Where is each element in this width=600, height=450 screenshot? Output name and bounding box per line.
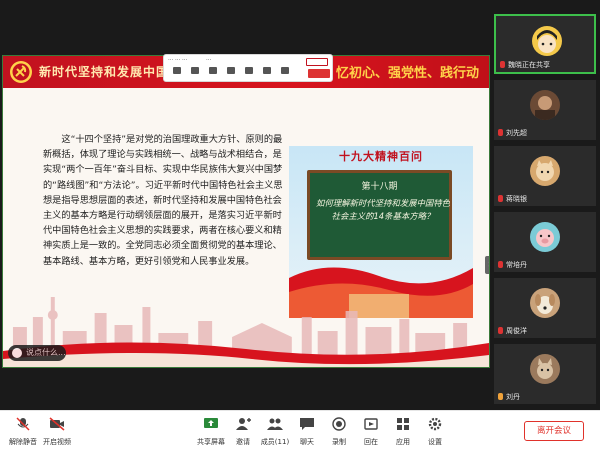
slide-title-left: 新时代坚持和发展中国 xyxy=(39,65,170,79)
apps-button[interactable]: 应用 xyxy=(386,415,420,449)
record-icon xyxy=(332,417,346,431)
cartoon-cat-icon xyxy=(536,160,554,181)
poster-title: 十九大精神百问 xyxy=(339,150,423,163)
participant-name: 蒋晓银 xyxy=(498,194,527,204)
settings-button[interactable]: 设置 xyxy=(418,415,452,449)
party-emblem-icon xyxy=(10,61,32,83)
invite-button[interactable]: 邀请 xyxy=(226,415,260,449)
avatar xyxy=(530,222,560,252)
chat-input-pill[interactable]: 说点什么... xyxy=(8,345,66,361)
participant-tile[interactable]: 刘丹 xyxy=(494,344,596,404)
avatar xyxy=(530,90,560,120)
chat-icon xyxy=(300,418,314,430)
mini-video-button[interactable] xyxy=(188,67,202,79)
participant-tile[interactable]: 常培丹 xyxy=(494,212,596,272)
bottom-toolbar: 解除静音 开启视频 共享屏幕 邀请 成员(11) 聊天 录制 回在 应用 设置 … xyxy=(0,410,600,450)
cartoon-pig-icon xyxy=(536,229,554,247)
camera-off-icon xyxy=(49,417,65,431)
share-screen-icon xyxy=(204,418,218,428)
participant-name: 魏晓正在共享 xyxy=(500,60,550,70)
mini-record-button[interactable] xyxy=(242,67,256,79)
photo-avatar-icon xyxy=(535,96,555,120)
mini-end-button[interactable] xyxy=(306,58,328,66)
chat-button[interactable]: 聊天 xyxy=(290,415,324,449)
share-screen-button[interactable]: 共享屏幕 xyxy=(194,415,228,449)
participant-tile[interactable]: 刘先超 xyxy=(494,80,596,140)
leave-meeting-button[interactable]: 离开会议 xyxy=(524,421,584,441)
start-video-button[interactable]: 开启视频 xyxy=(40,415,74,449)
participant-name: 刘丹 xyxy=(498,392,520,402)
shared-screen-stage: 新时代坚持和发展中国 忆初心、强党性、践行动 这“十四个坚持”是对党的治国理政重… xyxy=(0,0,490,410)
cat-avatar-icon xyxy=(537,358,553,379)
mic-muted-icon xyxy=(498,129,503,136)
mic-muted-icon xyxy=(498,327,503,334)
members-icon xyxy=(267,418,283,430)
avatar xyxy=(530,156,560,186)
mini-mic-button[interactable] xyxy=(170,67,184,79)
host-icon xyxy=(498,393,503,400)
participant-tile[interactable]: 蒋晓银 xyxy=(494,146,596,206)
participant-name: 周俊洋 xyxy=(498,326,527,336)
invite-icon xyxy=(236,418,251,430)
mic-muted-icon xyxy=(500,61,505,68)
mic-muted-icon xyxy=(16,417,30,431)
city-skyline-graphic xyxy=(3,297,489,367)
mini-annotate-button[interactable] xyxy=(260,67,274,79)
chat-bubble-icon xyxy=(12,348,22,358)
poster-issue: 第十八期 xyxy=(361,182,398,192)
sharer-mini-toolbar: ··· ··· ··· ··· xyxy=(163,54,333,82)
participants-panel: 魏晓正在共享 刘先超 蒋晓银 常培丹 周俊洋 刘丹 xyxy=(490,0,600,410)
participant-name: 刘先超 xyxy=(498,128,527,138)
slide-title-right: 忆初心、强党性、践行动 xyxy=(335,66,479,81)
chalkboard: 第十八期 如何理解新时代坚持和发展中国特色社会主义的14条基本方略？ xyxy=(307,170,452,260)
participant-name: 常培丹 xyxy=(498,260,527,270)
mini-chat-button[interactable] xyxy=(224,67,238,79)
mini-more-button[interactable] xyxy=(278,67,292,79)
participant-tile[interactable]: 魏晓正在共享 xyxy=(494,14,596,74)
slide-body-text: 这“十四个坚持”是对党的治国理政重大方针、原则的最新概括，体现了理论与实践相统一… xyxy=(43,134,283,267)
mini-members-button[interactable] xyxy=(206,67,220,79)
record-button[interactable]: 录制 xyxy=(322,415,356,449)
shared-slide: 新时代坚持和发展中国 忆初心、强党性、践行动 这“十四个坚持”是对党的治国理政重… xyxy=(2,55,490,368)
mic-muted-icon xyxy=(498,195,503,202)
sharing-status-text: ··· xyxy=(206,57,212,63)
poster-question: 如何理解新时代坚持和发展中国特色社会主义的14条基本方略？ xyxy=(316,198,450,221)
replay-icon xyxy=(364,418,378,430)
dog-avatar-icon xyxy=(535,294,555,314)
stop-sharing-button[interactable] xyxy=(308,69,330,78)
gear-icon xyxy=(428,417,442,431)
members-button[interactable]: 成员(11) xyxy=(258,415,292,449)
chat-placeholder: 说点什么... xyxy=(26,348,66,357)
meeting-id-text: ··· ··· ··· xyxy=(168,57,188,63)
mic-muted-icon xyxy=(498,261,503,268)
avatar xyxy=(530,354,560,384)
unmute-button[interactable]: 解除静音 xyxy=(6,415,40,449)
apps-icon xyxy=(397,418,409,430)
avatar xyxy=(530,288,560,318)
replay-button[interactable]: 回在 xyxy=(354,415,388,449)
participant-tile[interactable]: 周俊洋 xyxy=(494,278,596,338)
cartoon-girl-icon xyxy=(537,30,557,53)
avatar xyxy=(532,26,562,56)
